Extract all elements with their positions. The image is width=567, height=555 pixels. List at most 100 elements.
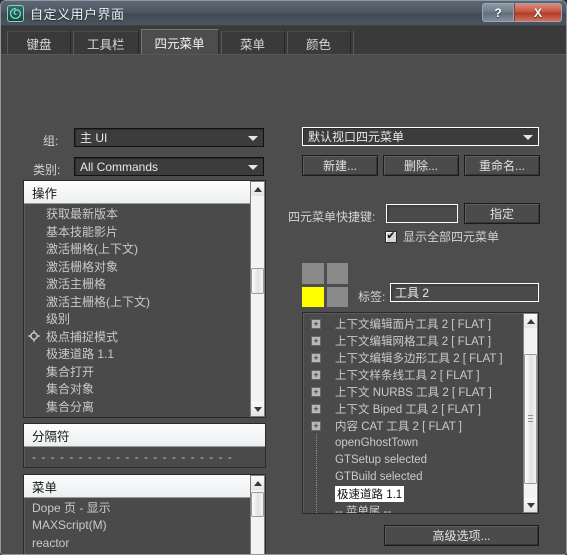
actions-scrollbar[interactable]: [250, 181, 265, 417]
group-combo[interactable]: 主 UI: [74, 128, 264, 147]
quad-entries-scrollbar[interactable]: [523, 313, 538, 513]
scroll-up-icon[interactable]: [251, 476, 264, 490]
dialog-body: 组: 主 UI 类别: All Commands 操作 获取最新版本 基本技能影…: [1, 55, 566, 554]
show-all-quads-label: 显示全部四元菜单: [403, 230, 500, 244]
menus-scrollbar[interactable]: [250, 475, 265, 554]
separator-dash-row[interactable]: - - - - - - - - - - - - - - - - - - - - …: [24, 448, 265, 466]
assign-button[interactable]: 指定: [464, 203, 540, 224]
close-button[interactable]: X: [514, 3, 562, 22]
list-item[interactable]: 极点捕捉模式: [24, 328, 265, 346]
quad-entry-label: 上下文 Biped 工具 2 [ FLAT ]: [335, 403, 481, 416]
shortcut-input[interactable]: [386, 204, 458, 223]
separator-listbox[interactable]: 分隔符 - - - - - - - - - - - - - - - - - - …: [23, 423, 266, 468]
quad-entry-label: -- 菜单尾 --: [335, 505, 392, 514]
rename-button[interactable]: 重命名...: [464, 155, 540, 176]
quad-entry-row[interactable]: + 内容 CAT 工具 2 [ FLAT ]: [305, 417, 521, 434]
quad-entry-row[interactable]: + 上下文编辑面片工具 2 [ FLAT ]: [305, 315, 521, 332]
scroll-up-icon[interactable]: [524, 314, 537, 328]
list-item-label: 级别: [46, 312, 71, 327]
scrollbar-grip-icon: [528, 415, 533, 423]
list-item[interactable]: 激活栅格对象: [24, 258, 265, 276]
expand-plus-icon[interactable]: +: [311, 386, 321, 397]
quad-cell-bottom-right[interactable]: [326, 286, 348, 307]
quad-preview-grid[interactable]: [302, 263, 348, 307]
scrollbar-thumb[interactable]: [251, 492, 264, 517]
tab-keyboard[interactable]: 键盘: [7, 31, 71, 54]
list-item[interactable]: reactor: [24, 534, 265, 552]
list-item[interactable]: 级别: [24, 310, 265, 328]
quad-entry-row[interactable]: + 上下文 NURBS 工具 2 [ FLAT ]: [305, 383, 521, 400]
quad-entry-row[interactable]: + 上下文样条线工具 2 [ FLAT ]: [305, 366, 521, 383]
expand-plus-icon[interactable]: +: [311, 318, 321, 329]
list-item[interactable]: 集合打开: [24, 363, 265, 381]
tab-strip: 键盘 工具栏 四元菜单 菜单 颜色: [1, 26, 566, 55]
category-label: 类别:: [33, 163, 61, 177]
list-item-label: 集合分离: [46, 399, 95, 414]
quad-entry-row[interactable]: + 上下文编辑网格工具 2 [ FLAT ]: [305, 332, 521, 349]
list-item[interactable]: 极速道路 1.1: [24, 345, 265, 363]
menus-list-header: 菜单: [24, 475, 265, 498]
list-item[interactable]: 获取最新版本: [24, 205, 265, 223]
quad-entry-row[interactable]: GTBuild selected: [305, 468, 521, 485]
quad-cell-top-right[interactable]: [326, 263, 348, 284]
list-item[interactable]: reactor - 创建对象: [24, 552, 265, 555]
quad-entry-label: 上下文样条线工具 2 [ FLAT ]: [335, 369, 480, 382]
show-all-quads-row[interactable]: ✔ 显示全部四元菜单: [385, 228, 499, 245]
tab-menus[interactable]: 菜单: [220, 31, 285, 54]
list-item[interactable]: 激活主栅格: [24, 275, 265, 293]
separator-list-items[interactable]: - - - - - - - - - - - - - - - - - - - - …: [24, 448, 265, 467]
actions-list-items[interactable]: 获取最新版本 基本技能影片 激活栅格(上下文) 激活栅格对象 激活主栅格 激活主…: [24, 205, 265, 417]
separator-list-header: 分隔符: [24, 424, 265, 447]
tab-quad-menus[interactable]: 四元菜单: [140, 29, 219, 54]
list-item[interactable]: Dope 页 - 显示: [24, 499, 265, 517]
expand-plus-icon[interactable]: +: [311, 403, 321, 414]
quad-entries-items[interactable]: + 上下文编辑面片工具 2 [ FLAT ] + 上下文编辑网格工具 2 [ F…: [305, 315, 521, 513]
tab-colors[interactable]: 颜色: [286, 31, 351, 54]
expand-plus-icon[interactable]: +: [311, 352, 321, 363]
list-item-label: 基本技能影片: [46, 224, 119, 239]
quad-cell-bottom-left[interactable]: [302, 286, 324, 307]
quad-set-combo[interactable]: 默认视口四元菜单: [302, 127, 539, 146]
category-combo[interactable]: All Commands: [74, 157, 264, 176]
menus-listbox[interactable]: 菜单 Dope 页 - 显示 MAXScript(M) reactor reac…: [23, 474, 266, 555]
quad-entry-label: 上下文 NURBS 工具 2 [ FLAT ]: [335, 386, 492, 399]
quad-entry-row[interactable]: openGhostTown: [305, 434, 521, 451]
tab-toolbars[interactable]: 工具栏: [73, 31, 139, 54]
scrollbar-thumb[interactable]: [251, 268, 264, 294]
quad-entry-label: GTSetup selected: [335, 453, 428, 466]
expand-plus-icon[interactable]: +: [311, 335, 321, 346]
expand-plus-icon[interactable]: +: [311, 369, 321, 380]
list-item-label: 激活主栅格: [46, 277, 107, 292]
advanced-options-button[interactable]: 高级选项...: [384, 525, 539, 546]
quad-entry-row[interactable]: + 上下文 Biped 工具 2 [ FLAT ]: [305, 400, 521, 417]
scrollbar-thumb[interactable]: [524, 354, 537, 484]
tree-line: [316, 485, 317, 502]
new-button[interactable]: 新建...: [302, 155, 378, 176]
delete-button[interactable]: 删除...: [383, 155, 459, 176]
list-item[interactable]: 基本技能影片: [24, 223, 265, 241]
menus-list-items[interactable]: Dope 页 - 显示 MAXScript(M) reactor reactor…: [24, 499, 265, 555]
show-all-quads-checkbox[interactable]: ✔: [385, 230, 397, 243]
list-item[interactable]: 激活栅格(上下文): [24, 240, 265, 258]
quad-entry-label: 极速道路 1.1: [335, 485, 405, 502]
expand-plus-icon[interactable]: +: [311, 420, 321, 431]
quad-entry-row-selected[interactable]: 极速道路 1.1: [305, 485, 521, 502]
quad-entry-label: GTBuild selected: [335, 470, 423, 483]
quad-entries-listbox[interactable]: + 上下文编辑面片工具 2 [ FLAT ] + 上下文编辑网格工具 2 [ F…: [302, 312, 539, 514]
scroll-down-icon[interactable]: [524, 498, 537, 512]
tag-input[interactable]: 工具 2: [390, 283, 539, 302]
scroll-down-icon[interactable]: [251, 402, 264, 416]
quad-entry-label: 上下文编辑网格工具 2 [ FLAT ]: [335, 335, 492, 348]
quad-entry-row[interactable]: + 上下文编辑多边形工具 2 [ FLAT ]: [305, 349, 521, 366]
quad-cell-top-left[interactable]: [302, 263, 324, 284]
quad-entry-row[interactable]: -- 菜单尾 --: [305, 502, 521, 513]
list-item[interactable]: MAXScript(M): [24, 517, 265, 535]
scroll-up-icon[interactable]: [251, 182, 264, 196]
quad-entry-row[interactable]: GTSetup selected: [305, 451, 521, 468]
help-button[interactable]: ?: [482, 3, 514, 22]
list-item[interactable]: 集合分离: [24, 398, 265, 416]
list-item[interactable]: 激活主栅格(上下文): [24, 293, 265, 311]
actions-listbox[interactable]: 操作 获取最新版本 基本技能影片 激活栅格(上下文) 激活栅格对象 激活主栅格 …: [23, 180, 266, 418]
list-item[interactable]: 集合对象: [24, 380, 265, 398]
window-controls: ? X: [482, 3, 562, 23]
